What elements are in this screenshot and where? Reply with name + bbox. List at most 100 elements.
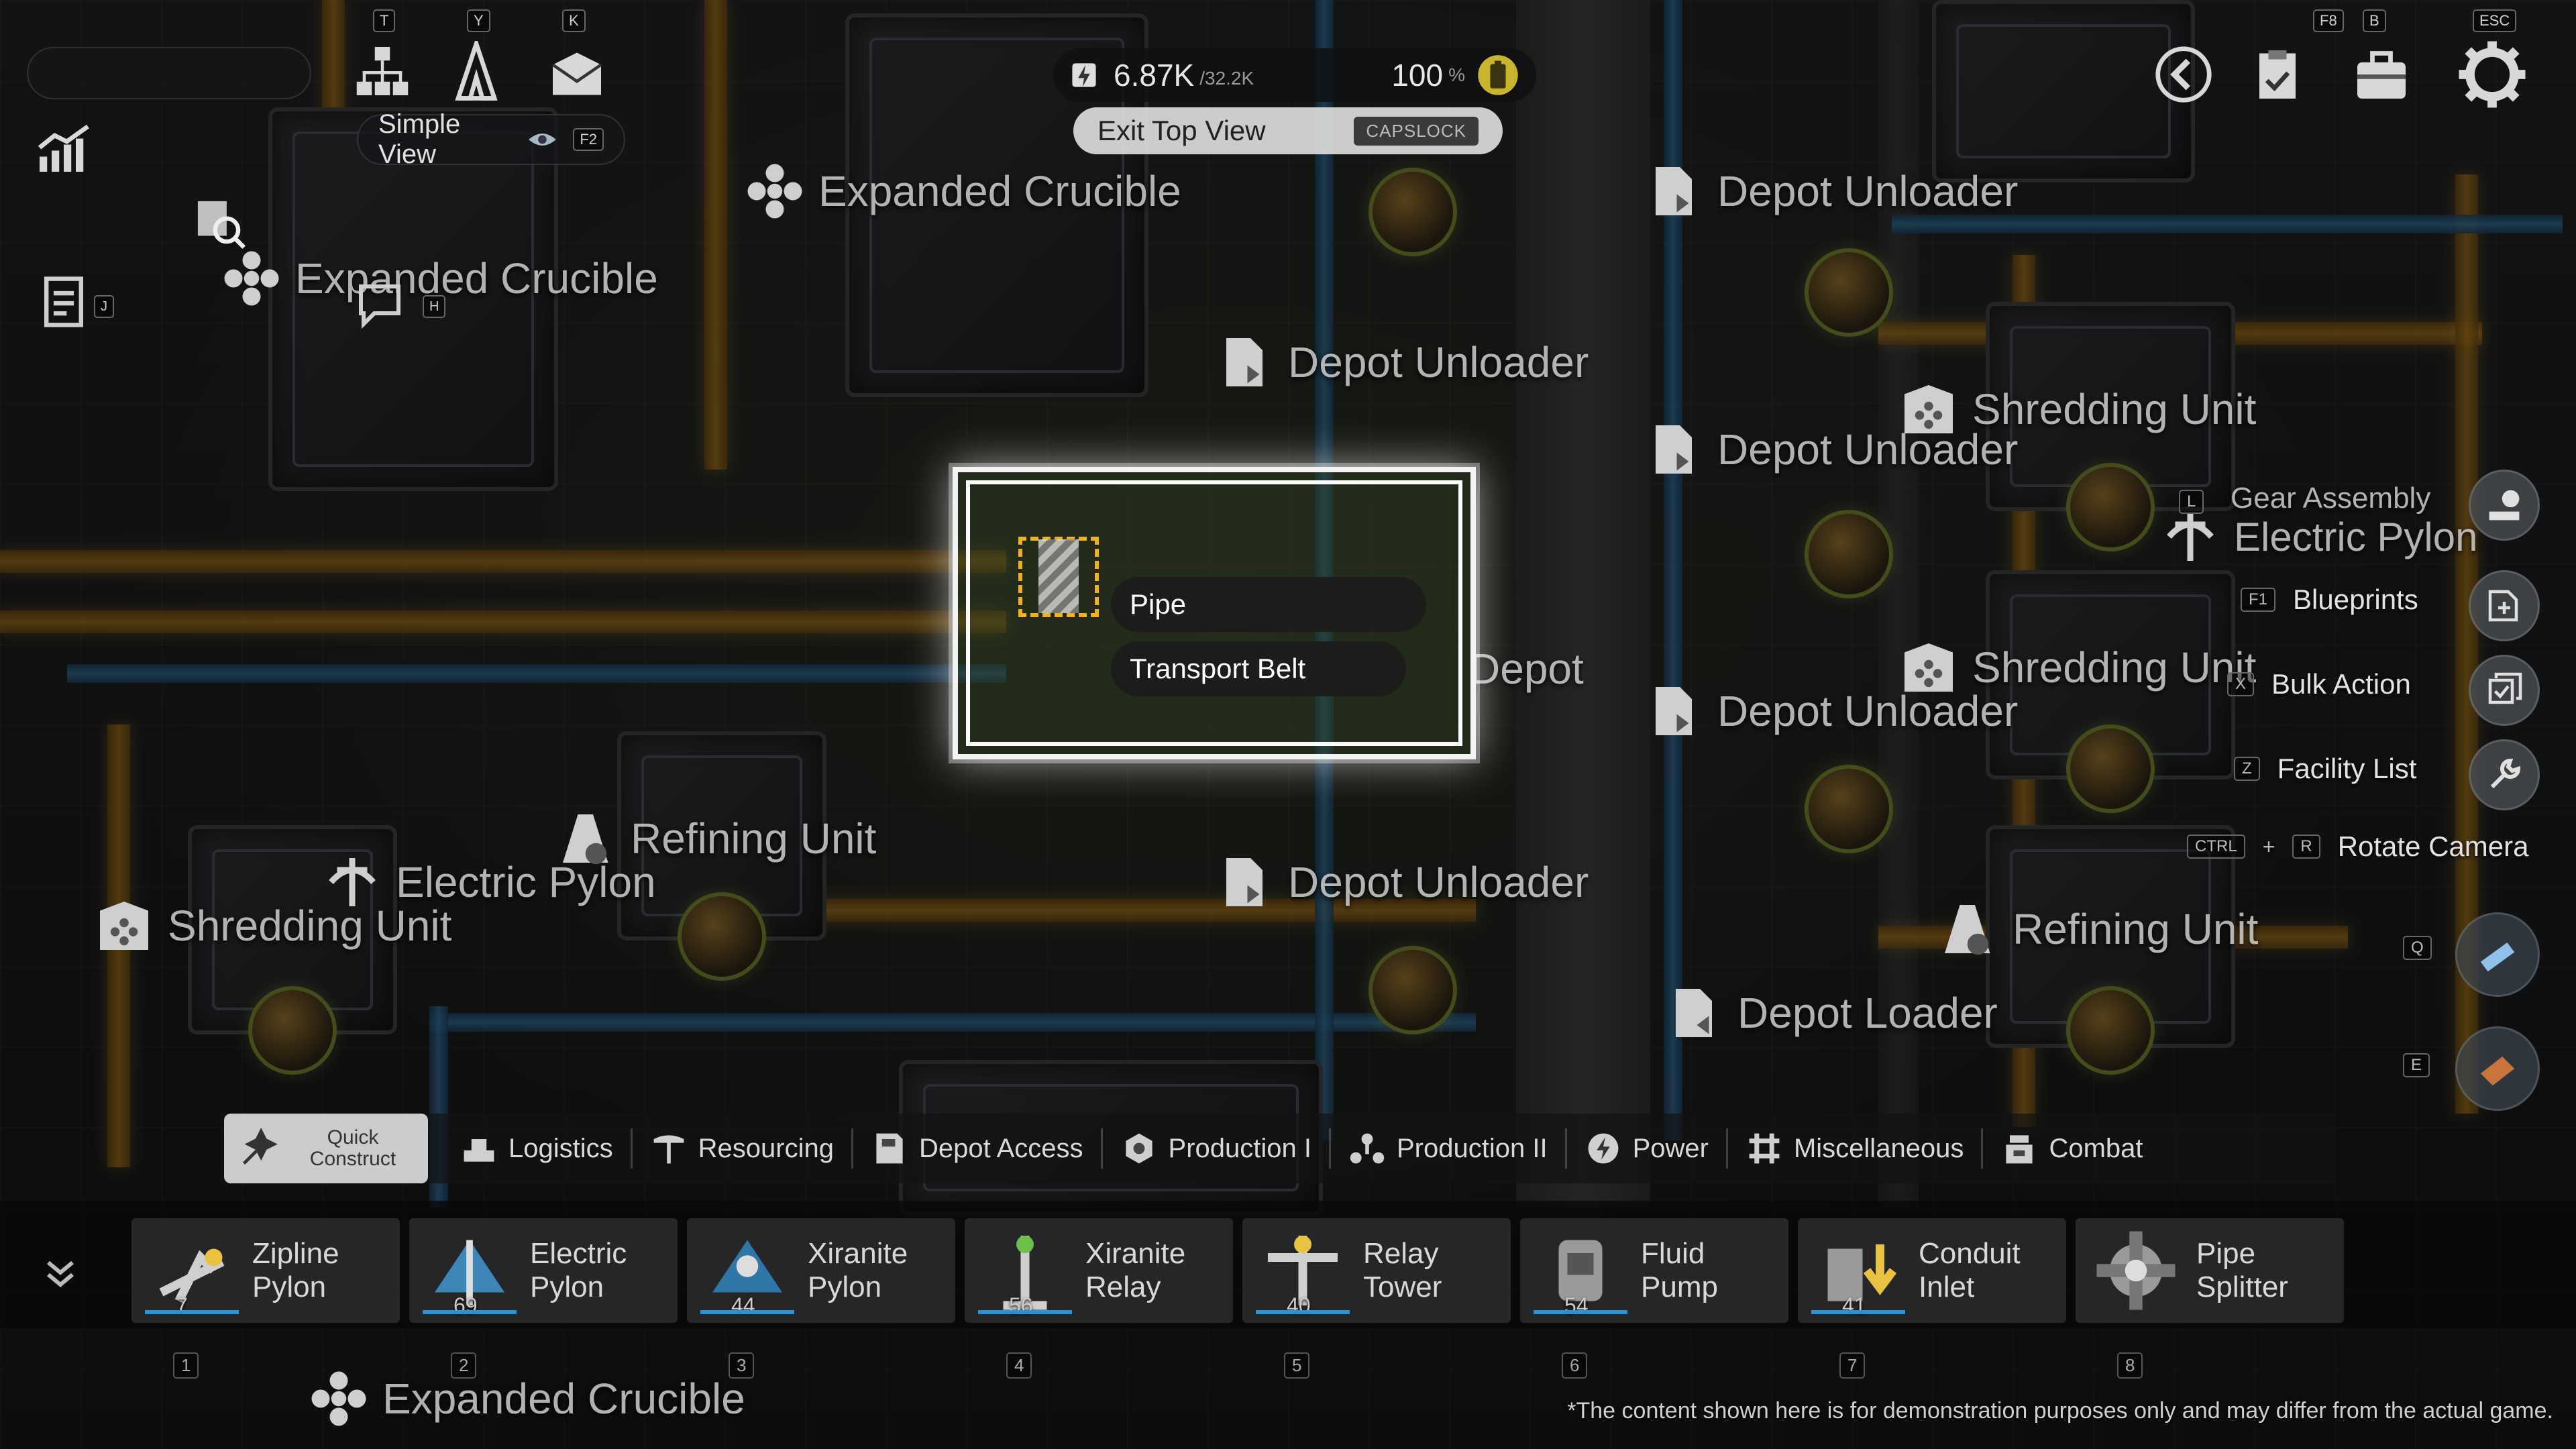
ore-node xyxy=(1805,765,1893,853)
disclaimer-text: *The content shown here is for demonstra… xyxy=(1567,1398,2553,1424)
bulk-action-button[interactable] xyxy=(2469,655,2540,726)
slot-number: 2 xyxy=(451,1352,477,1379)
depot-unloader-icon xyxy=(1656,167,1692,215)
exit-top-view-label: Exit Top View xyxy=(1097,115,1266,146)
world-label-depot-unloader-partial: Depot xyxy=(1469,645,1584,693)
collapse-hotbar-button[interactable] xyxy=(34,1248,87,1301)
slot-number: 7 xyxy=(1839,1352,1866,1379)
chat-icon xyxy=(359,284,400,329)
hotbar-slot-conduit-inlet[interactable]: 41 Conduit Inlet xyxy=(1798,1218,2066,1323)
category-logistics[interactable]: Logistics xyxy=(443,1128,633,1169)
stock-bar xyxy=(1811,1310,1905,1314)
statistics-button[interactable] xyxy=(27,114,101,181)
building-tech-button[interactable] xyxy=(443,38,510,105)
depot-access-icon xyxy=(876,1133,903,1164)
logistics-icon xyxy=(464,1139,494,1162)
simple-view-key: F2 xyxy=(573,128,604,151)
world-label-expanded-crucible: Expanded Crucible xyxy=(745,161,1181,221)
tooltip-pipe[interactable]: Pipe xyxy=(1111,577,1426,632)
hotbar-slot-pipe-splitter[interactable]: Pipe Splitter xyxy=(2076,1218,2344,1323)
ore-node xyxy=(678,892,766,981)
clipboard-icon xyxy=(2259,50,2296,99)
hotkey-f8: F8 xyxy=(2313,9,2344,32)
blueprints-button[interactable] xyxy=(2469,570,2540,641)
shredding-unit-icon xyxy=(1904,385,1953,433)
transport-belt-segment xyxy=(0,610,1006,633)
world-label-refining-unit: Refining Unit xyxy=(1939,899,2258,959)
pipe-segment xyxy=(67,664,1006,683)
hotbar-slot-fluid-pump[interactable]: 54 Fluid Pump xyxy=(1520,1218,1788,1323)
mail-button[interactable] xyxy=(543,40,610,107)
hotkey-q: Q xyxy=(2403,936,2432,960)
production-1-icon xyxy=(1125,1133,1152,1164)
facility-list-button[interactable] xyxy=(2469,739,2540,810)
rotate-camera-menu-item[interactable]: CTRL + R Rotate Camera xyxy=(2187,830,2529,863)
simple-view-toggle[interactable]: Simple View F2 xyxy=(357,109,625,169)
hotbar-slot-zipline-pylon[interactable]: 7 Zipline Pylon xyxy=(131,1218,400,1323)
hotkey-t: T xyxy=(373,9,396,32)
hotkey-j: J xyxy=(94,295,114,318)
slot-number: 1 xyxy=(173,1352,199,1379)
category-production-2[interactable]: Production II xyxy=(1331,1128,1567,1169)
world-label-shredding-unit: Shredding Unit xyxy=(1898,379,2256,439)
rotate-right-button[interactable] xyxy=(2455,1026,2540,1111)
chat-button[interactable] xyxy=(349,275,416,335)
search-bar[interactable] xyxy=(27,47,311,99)
blueprints-menu-item[interactable]: F1 Blueprints xyxy=(2241,584,2418,616)
tower-icon xyxy=(455,41,498,101)
depot-unloader-icon xyxy=(1226,338,1263,386)
category-production-1[interactable]: Production I xyxy=(1103,1128,1331,1169)
ore-node xyxy=(248,986,337,1075)
ore-node xyxy=(1368,946,1457,1034)
build-mode-button[interactable] xyxy=(2469,470,2540,541)
refining-unit-icon xyxy=(1945,905,1990,955)
world-label-electric-pylon: Electric Pylon xyxy=(322,852,656,912)
ore-node xyxy=(2066,724,2155,813)
depot-unloader-icon xyxy=(1656,687,1692,735)
power-icon xyxy=(1588,1133,1618,1164)
category-bar: Logistics Resourcing Depot Access Produc… xyxy=(221,1114,2334,1183)
tooltip-transport-belt[interactable]: Transport Belt xyxy=(1111,641,1406,696)
inspect-button[interactable] xyxy=(181,188,255,255)
quick-construct-button[interactable]: Quick Construct xyxy=(224,1114,428,1183)
depot-unloader-icon xyxy=(1226,858,1263,906)
backpack-button[interactable] xyxy=(2341,38,2422,111)
quick-construct-icon xyxy=(242,1128,278,1165)
hotbar-slot-xiranite-relay[interactable]: 56 Xiranite Relay xyxy=(965,1218,1233,1323)
hotbar-slot-xiranite-pylon[interactable]: 44 Xiranite Pylon xyxy=(687,1218,955,1323)
power-capacity-value: /32.2K xyxy=(1199,68,1254,89)
hotbar-slot-electric-pylon[interactable]: 69 Electric Pylon xyxy=(409,1218,678,1323)
network-tree-button[interactable] xyxy=(349,38,416,105)
bulk-action-icon xyxy=(2488,672,2522,704)
hotkey-b: B xyxy=(2363,9,2386,32)
hotbar-slot-relay-tower[interactable]: 40 Relay Tower xyxy=(1242,1218,1511,1323)
expanded-crucible-icon xyxy=(311,1371,366,1426)
resourcing-icon xyxy=(653,1135,684,1164)
chart-trend-icon xyxy=(38,124,89,172)
back-arrow-icon xyxy=(2155,46,2212,103)
stock-bar xyxy=(700,1310,794,1314)
category-depot-access[interactable]: Depot Access xyxy=(853,1128,1103,1169)
settings-button[interactable] xyxy=(2449,31,2536,118)
category-combat[interactable]: Combat xyxy=(1983,1128,2160,1169)
back-button[interactable] xyxy=(2147,38,2220,111)
rotate-left-button[interactable] xyxy=(2455,912,2540,997)
battery-percent-value: 100 xyxy=(1391,58,1444,93)
inventory-button[interactable] xyxy=(2241,38,2314,111)
hotkey-h: H xyxy=(423,295,446,318)
build-mode-icon xyxy=(2489,490,2520,521)
category-power[interactable]: Power xyxy=(1567,1128,1728,1169)
category-resourcing[interactable]: Resourcing xyxy=(633,1128,853,1169)
slot-number: 4 xyxy=(1006,1352,1032,1379)
ore-node xyxy=(2066,986,2155,1075)
task-list-button[interactable] xyxy=(27,268,101,335)
briefcase-icon xyxy=(2357,51,2406,99)
facility-list-menu-item[interactable]: Z Facility List xyxy=(2234,753,2416,785)
exit-top-view-key: CAPSLOCK xyxy=(1354,116,1479,146)
game-viewport[interactable]: Expanded Crucible Expanded Crucible Depo… xyxy=(0,0,2576,1449)
category-miscellaneous[interactable]: Miscellaneous xyxy=(1728,1128,1984,1169)
hotkey-y: Y xyxy=(467,9,490,32)
bulk-action-menu-item[interactable]: X Bulk Action xyxy=(2227,668,2411,700)
shredding-unit-icon xyxy=(1904,643,1953,692)
exit-top-view-button[interactable]: Exit Top View CAPSLOCK xyxy=(1073,107,1503,154)
